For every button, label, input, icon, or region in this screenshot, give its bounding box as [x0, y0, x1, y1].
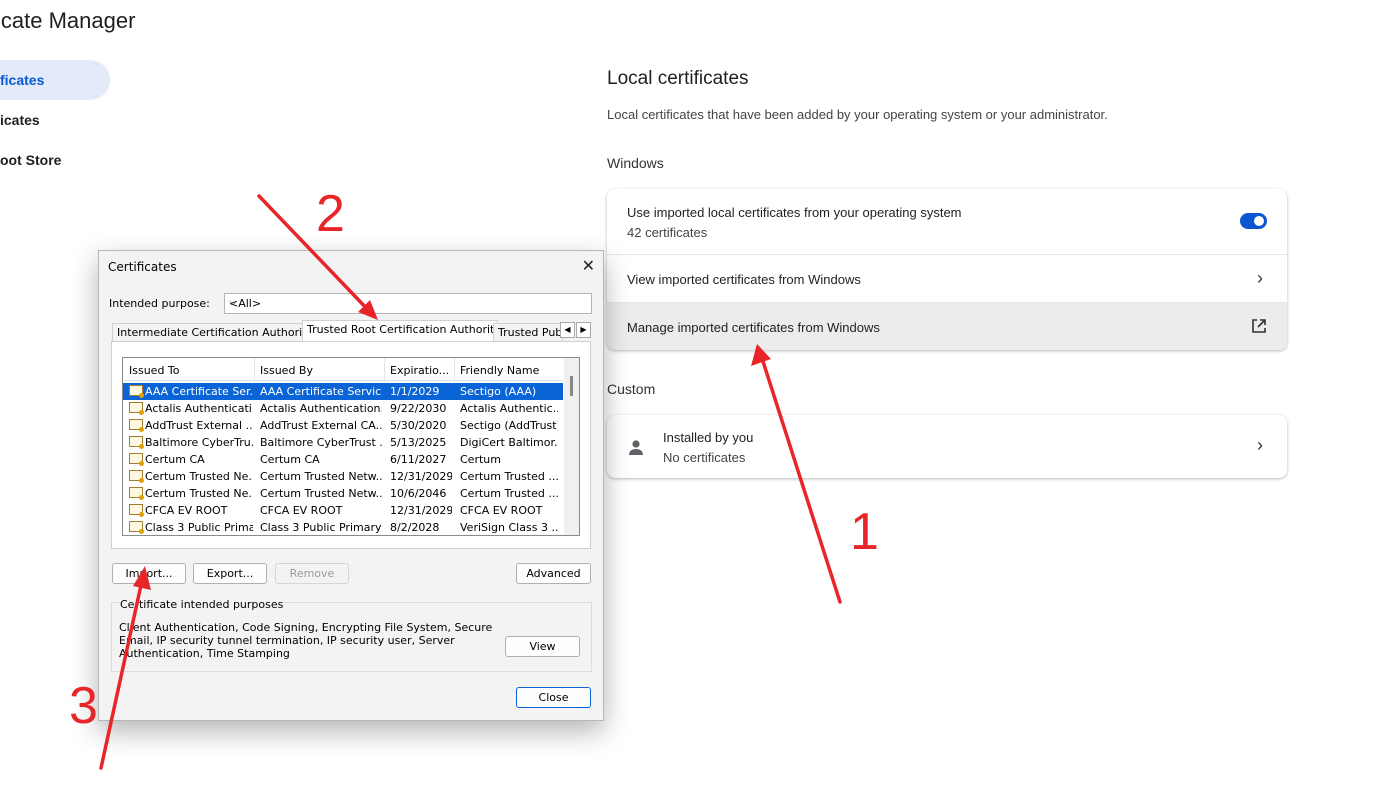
arrow-3-head	[133, 566, 151, 590]
annotation-arrows	[99, 194, 842, 770]
step-1-label: 1	[850, 503, 879, 561]
arrow-3	[99, 574, 145, 770]
step-2-label: 2	[316, 185, 345, 243]
step-3-label: 3	[69, 677, 98, 735]
arrow-1-head	[751, 344, 771, 366]
arrow-1	[758, 350, 842, 604]
